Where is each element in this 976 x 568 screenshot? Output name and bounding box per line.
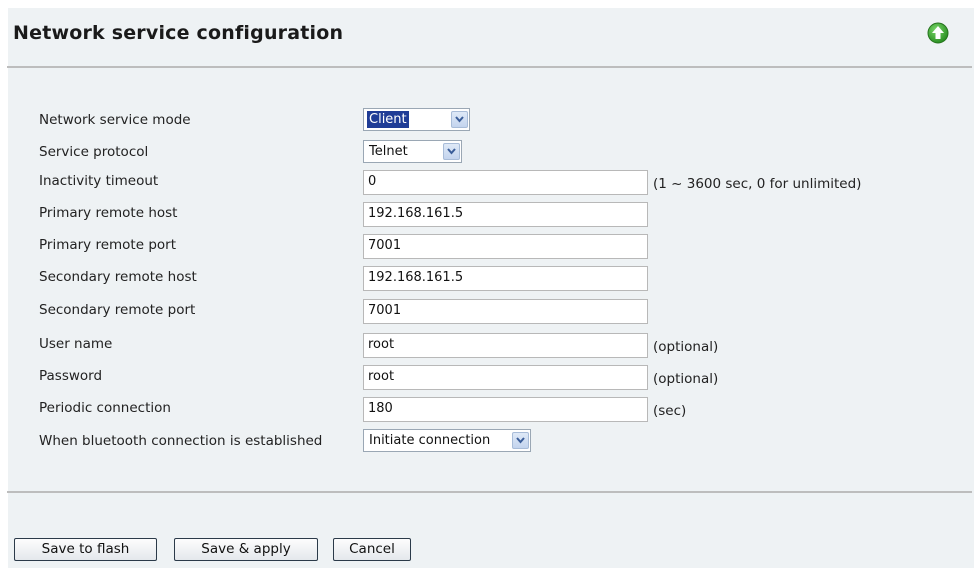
chevron-down-icon[interactable] (512, 432, 529, 449)
cancel-button[interactable]: Cancel (333, 538, 411, 561)
primary-remote-port-input[interactable]: 7001 (363, 234, 648, 259)
user-name-hint: (optional) (653, 339, 719, 355)
service-protocol-value: Telnet (369, 144, 408, 159)
bluetooth-established-value: Initiate connection (369, 433, 491, 448)
user-name-input[interactable]: root (363, 333, 648, 358)
top-divider (7, 66, 972, 68)
network-service-mode-value: Client (366, 110, 410, 129)
primary-remote-host-input[interactable]: 192.168.161.5 (363, 202, 648, 227)
up-arrow-icon[interactable] (927, 22, 949, 44)
service-protocol-select[interactable]: Telnet (363, 140, 462, 163)
bluetooth-established-label: When bluetooth connection is established (39, 433, 323, 449)
inactivity-timeout-hint: (1 ~ 3600 sec, 0 for unlimited) (653, 176, 862, 192)
save-to-flash-button[interactable]: Save to flash (14, 538, 157, 561)
network-service-mode-label: Network service mode (39, 112, 191, 128)
save-and-apply-button[interactable]: Save & apply (174, 538, 318, 561)
periodic-connection-label: Periodic connection (39, 400, 171, 416)
secondary-remote-host-input[interactable]: 192.168.161.5 (363, 266, 648, 291)
user-name-label: User name (39, 336, 113, 352)
secondary-remote-port-label: Secondary remote port (39, 302, 196, 318)
inactivity-timeout-label: Inactivity timeout (39, 173, 159, 189)
network-service-mode-select[interactable]: Client (363, 108, 470, 131)
periodic-connection-input[interactable]: 180 (363, 397, 648, 422)
chevron-down-icon[interactable] (451, 111, 468, 128)
chevron-down-icon[interactable] (443, 143, 460, 160)
bluetooth-established-select[interactable]: Initiate connection (363, 429, 531, 452)
primary-remote-host-label: Primary remote host (39, 205, 178, 221)
service-protocol-label: Service protocol (39, 144, 149, 160)
secondary-remote-port-input[interactable]: 7001 (363, 299, 648, 324)
password-input[interactable]: root (363, 365, 648, 390)
page-title: Network service configuration (13, 22, 344, 44)
inactivity-timeout-input[interactable]: 0 (363, 170, 648, 195)
secondary-remote-host-label: Secondary remote host (39, 269, 197, 285)
periodic-connection-hint: (sec) (653, 403, 687, 419)
primary-remote-port-label: Primary remote port (39, 237, 176, 253)
password-label: Password (39, 368, 103, 384)
password-hint: (optional) (653, 371, 719, 387)
bottom-divider (7, 491, 972, 493)
